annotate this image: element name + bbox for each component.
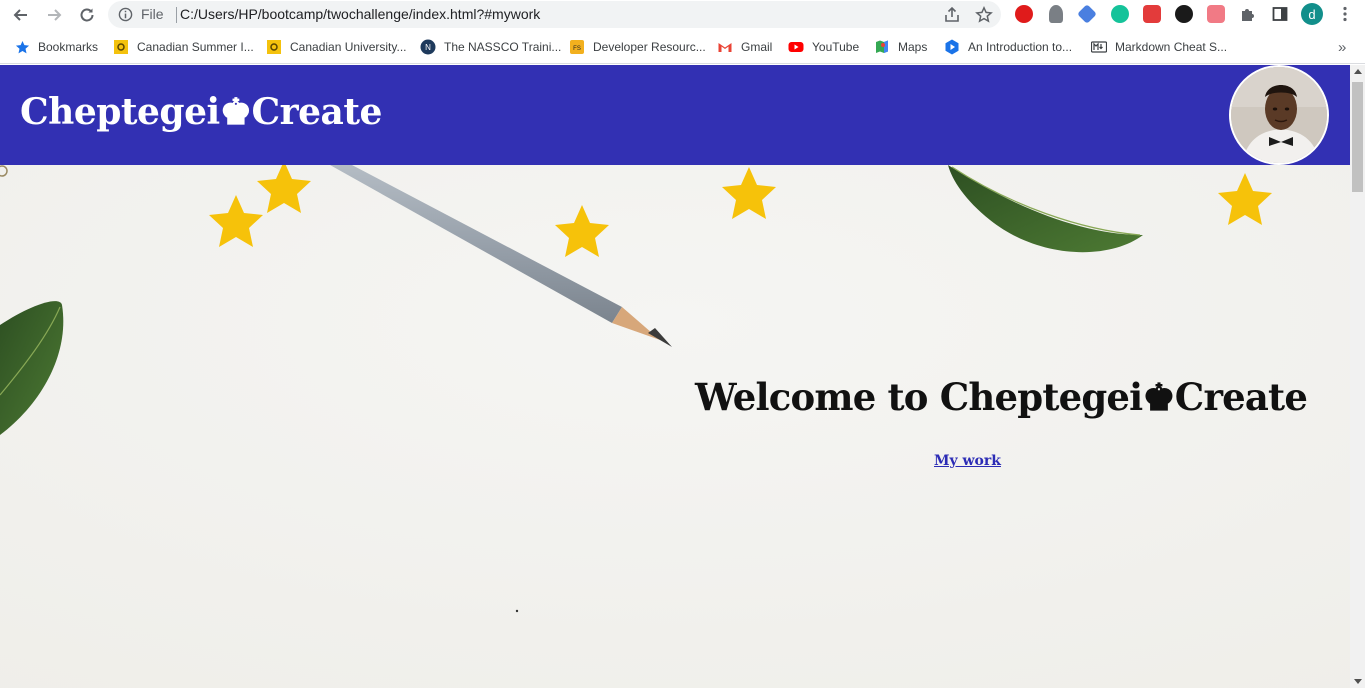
welcome-heading: Welcome to Cheptegei♚Create bbox=[695, 375, 1308, 419]
bookmark-item[interactable]: Maps bbox=[874, 38, 927, 56]
scroll-up-arrow-icon[interactable] bbox=[1354, 69, 1362, 74]
hero-background-image bbox=[0, 165, 1350, 688]
scrollbar-thumb[interactable] bbox=[1352, 82, 1363, 192]
speck bbox=[515, 609, 519, 613]
bookmark-item[interactable]: N The NASSCO Traini... bbox=[420, 38, 561, 56]
bookmarks-overflow-button[interactable]: » bbox=[1338, 38, 1346, 56]
red-extension-icon[interactable] bbox=[1143, 5, 1161, 23]
scheme-label: File bbox=[141, 6, 164, 22]
bookmark-item[interactable]: FS Developer Resourc... bbox=[569, 38, 706, 56]
diamond-extension-icon[interactable] bbox=[1077, 4, 1097, 24]
page-viewport: Cheptegei♚Create Welcome to Cheptegei♚Cr… bbox=[0, 65, 1350, 688]
gmail-icon bbox=[717, 39, 733, 55]
bookmark-item[interactable]: Markdown Cheat S... bbox=[1091, 38, 1227, 56]
crown-icon: ♚ bbox=[219, 91, 252, 133]
brand-prefix: Cheptegei bbox=[20, 91, 220, 133]
nassco-icon: N bbox=[420, 39, 436, 55]
grammarly-extension-icon[interactable] bbox=[1111, 5, 1129, 23]
bookmark-label: Developer Resourc... bbox=[593, 40, 706, 54]
welcome-prefix: Welcome to Cheptegei bbox=[695, 375, 1143, 419]
bookmark-item[interactable]: Gmail bbox=[717, 38, 772, 56]
puzzle-icon[interactable] bbox=[1239, 5, 1257, 23]
bookmark-label: Canadian Summer I... bbox=[137, 40, 254, 54]
bookmark-item[interactable]: Bookmarks bbox=[14, 38, 98, 56]
fs-icon: FS bbox=[569, 39, 585, 55]
reload-icon bbox=[80, 8, 94, 22]
back-button[interactable] bbox=[9, 3, 33, 27]
bookmark-label: The NASSCO Traini... bbox=[444, 40, 562, 54]
lightbulb-extension-icon[interactable] bbox=[1049, 5, 1063, 23]
bookmark-label: Canadian University... bbox=[290, 40, 407, 54]
bookmark-label: Gmail bbox=[741, 40, 773, 54]
my-work-link[interactable]: My work bbox=[934, 453, 1001, 469]
info-icon[interactable] bbox=[118, 7, 133, 22]
side-panel-icon[interactable] bbox=[1271, 5, 1289, 23]
page-scrollbar[interactable] bbox=[1350, 65, 1365, 688]
arrow-right-icon bbox=[48, 9, 62, 21]
bookmark-label: YouTube bbox=[812, 40, 860, 54]
browser-toolbar: File C:/Users/HP/bootcamp/twochallenge/i… bbox=[0, 0, 1365, 30]
profile-photo bbox=[1229, 65, 1329, 165]
svg-text:N: N bbox=[425, 43, 431, 52]
profile-avatar[interactable]: d bbox=[1301, 3, 1323, 25]
bookmark-item[interactable]: Canadian University... bbox=[266, 38, 407, 56]
pink-extension-icon[interactable] bbox=[1207, 5, 1225, 23]
forward-button[interactable] bbox=[42, 3, 66, 27]
share-icon[interactable] bbox=[943, 6, 961, 24]
menu-dots-icon[interactable] bbox=[1336, 5, 1354, 23]
star-icon bbox=[14, 39, 30, 55]
markdown-icon bbox=[1091, 39, 1107, 55]
svg-text:FS: FS bbox=[573, 46, 581, 52]
bookmarks-bar: Bookmarks Canadian Summer I... Canadian … bbox=[0, 30, 1365, 64]
bookmark-item[interactable]: Canadian Summer I... bbox=[113, 38, 254, 56]
arrow-left-icon bbox=[13, 9, 27, 21]
scroll-down-arrow-icon[interactable] bbox=[1354, 679, 1362, 684]
omnibox-divider bbox=[176, 7, 177, 23]
yellow-gear-icon bbox=[113, 39, 129, 55]
reload-button[interactable] bbox=[75, 3, 99, 27]
bookmark-label: Markdown Cheat S... bbox=[1115, 40, 1228, 54]
star-bookmark-icon[interactable] bbox=[975, 6, 993, 24]
adblock-extension-icon[interactable] bbox=[1015, 5, 1033, 23]
bookmark-item[interactable]: YouTube bbox=[788, 38, 859, 56]
welcome-suffix: Create bbox=[1174, 375, 1308, 419]
address-bar[interactable]: File C:/Users/HP/bootcamp/twochallenge/i… bbox=[108, 1, 1001, 28]
crown-icon: ♚ bbox=[1142, 375, 1175, 419]
bookmark-item[interactable]: An Introduction to... bbox=[944, 38, 1072, 56]
maps-icon bbox=[874, 39, 890, 55]
bookmark-label: An Introduction to... bbox=[968, 40, 1073, 54]
url-text[interactable]: C:/Users/HP/bootcamp/twochallenge/index.… bbox=[180, 6, 540, 22]
site-header: Cheptegei♚Create bbox=[0, 65, 1350, 165]
brand-logo[interactable]: Cheptegei♚Create bbox=[20, 91, 382, 133]
yellow-gear-icon bbox=[266, 39, 282, 55]
w-extension-icon[interactable] bbox=[1175, 5, 1193, 23]
play-icon bbox=[944, 39, 960, 55]
bookmark-label: Maps bbox=[898, 40, 928, 54]
youtube-icon bbox=[788, 39, 804, 55]
brand-suffix: Create bbox=[251, 91, 382, 133]
bookmark-label: Bookmarks bbox=[38, 40, 99, 54]
